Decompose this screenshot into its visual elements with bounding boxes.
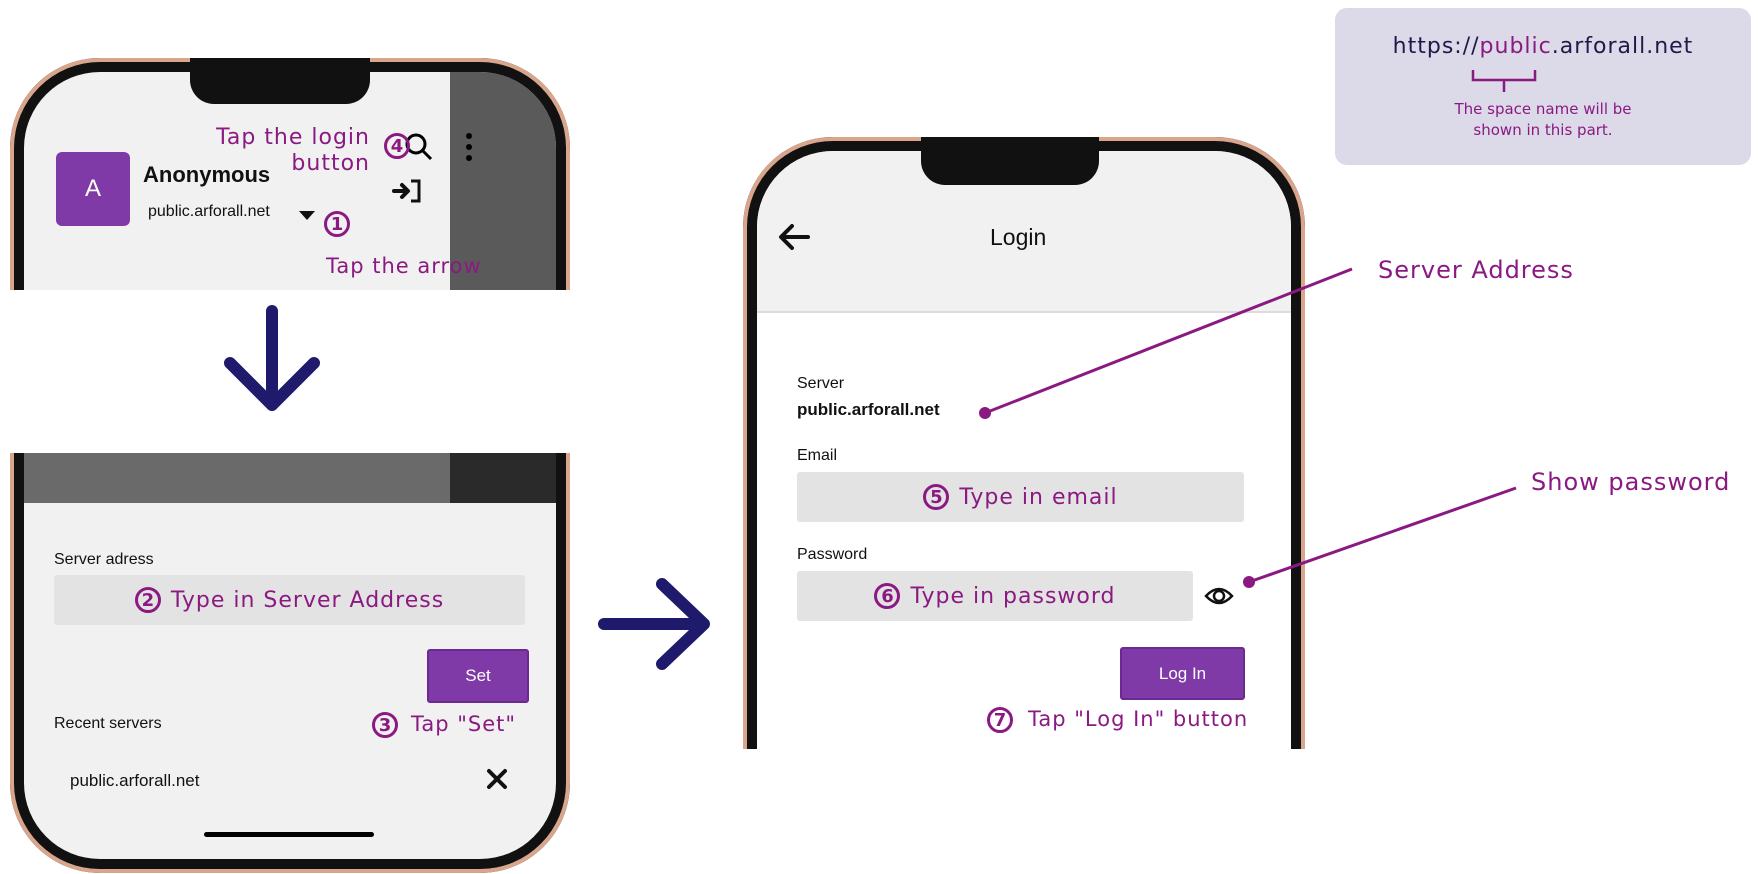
show-password-callout-line	[1248, 486, 1517, 584]
server-address-callout-line	[984, 267, 1353, 415]
server-address-annotation: Server Address	[1378, 256, 1574, 284]
callout-lines	[979, 267, 1517, 588]
server-address-callout-dot	[979, 407, 991, 419]
show-password-annotation: Show password	[1531, 468, 1731, 496]
show-password-callout-dot	[1243, 576, 1255, 588]
